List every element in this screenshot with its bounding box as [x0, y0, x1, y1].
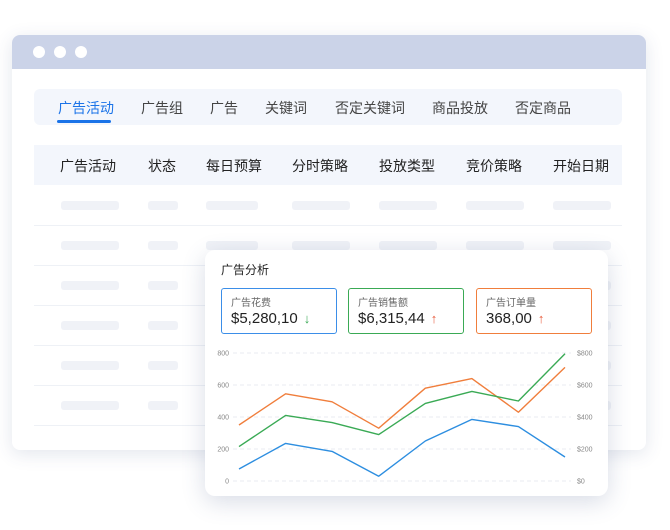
active-tab-indicator — [57, 120, 111, 123]
window-dot-icon[interactable] — [75, 46, 87, 58]
cell-placeholder — [466, 241, 524, 250]
window-dot-icon[interactable] — [33, 46, 45, 58]
column-header[interactable]: 投放类型 — [379, 156, 435, 176]
line-chart: 0 $0 200 $200 400 $400 600 $600 800 $800 — [217, 351, 593, 486]
window-titlebar — [12, 35, 646, 69]
cell-placeholder — [61, 201, 119, 210]
tab-ads[interactable]: 广告 — [210, 98, 238, 118]
cell-placeholder — [148, 241, 178, 250]
series-line-1 — [238, 353, 566, 448]
cell-placeholder — [148, 401, 178, 410]
y-tick-label-right: $400 — [577, 415, 593, 422]
tab-negative-keywords[interactable]: 否定关键词 — [335, 98, 405, 118]
table-row[interactable] — [34, 186, 622, 226]
cell-placeholder — [148, 201, 178, 210]
y-tick-label-left: 0 — [225, 479, 229, 486]
cell-placeholder — [292, 241, 350, 250]
y-tick-label-right: $200 — [577, 447, 593, 454]
ad-analysis-card: 广告分析 广告花费 $5,280,10 ↓ 广告销售额 $6,315,44 ↑ 广告… — [205, 250, 608, 496]
cell-placeholder — [61, 321, 119, 330]
column-header[interactable]: 状态 — [148, 156, 176, 176]
cell-placeholder — [379, 241, 437, 250]
cell-placeholder — [148, 361, 178, 370]
y-tick-label-right: $0 — [577, 479, 585, 486]
tab-negative-products[interactable]: 否定商品 — [515, 98, 571, 118]
y-tick-label-right: $800 — [577, 351, 593, 358]
cell-placeholder — [148, 281, 178, 290]
column-header[interactable]: 分时策略 — [292, 156, 348, 176]
y-tick-label-left: 800 — [217, 351, 229, 358]
cell-placeholder — [466, 201, 524, 210]
cell-placeholder — [61, 241, 119, 250]
y-tick-label-right: $600 — [577, 383, 593, 390]
tab-ad-groups[interactable]: 广告组 — [141, 98, 183, 118]
column-header[interactable]: 开始日期 — [553, 156, 609, 176]
window-dot-icon[interactable] — [54, 46, 66, 58]
column-header[interactable]: 广告活动 — [60, 156, 116, 176]
cell-placeholder — [206, 241, 258, 250]
tab-campaigns[interactable]: 广告活动 — [58, 98, 114, 118]
cell-placeholder — [553, 241, 611, 250]
y-tick-label-left: 400 — [217, 415, 229, 422]
cell-placeholder — [553, 201, 611, 210]
cell-placeholder — [292, 201, 350, 210]
tab-bar: 广告活动 广告组 广告 关键词 否定关键词 商品投放 否定商品 — [34, 89, 622, 125]
y-tick-label-left: 200 — [217, 447, 229, 454]
tab-product-targeting[interactable]: 商品投放 — [432, 98, 488, 118]
cell-placeholder — [379, 201, 437, 210]
tab-keywords[interactable]: 关键词 — [265, 98, 307, 118]
y-tick-label-left: 600 — [217, 383, 229, 390]
table-header: 广告活动 状态 每日预算 分时策略 投放类型 竞价策略 开始日期 — [34, 145, 622, 185]
series-line-2 — [238, 418, 566, 477]
column-header[interactable]: 每日预算 — [206, 156, 262, 176]
cell-placeholder — [61, 361, 119, 370]
cell-placeholder — [61, 281, 119, 290]
cell-placeholder — [61, 401, 119, 410]
cell-placeholder — [148, 321, 178, 330]
cell-placeholder — [206, 201, 258, 210]
column-header[interactable]: 竞价策略 — [466, 156, 522, 176]
